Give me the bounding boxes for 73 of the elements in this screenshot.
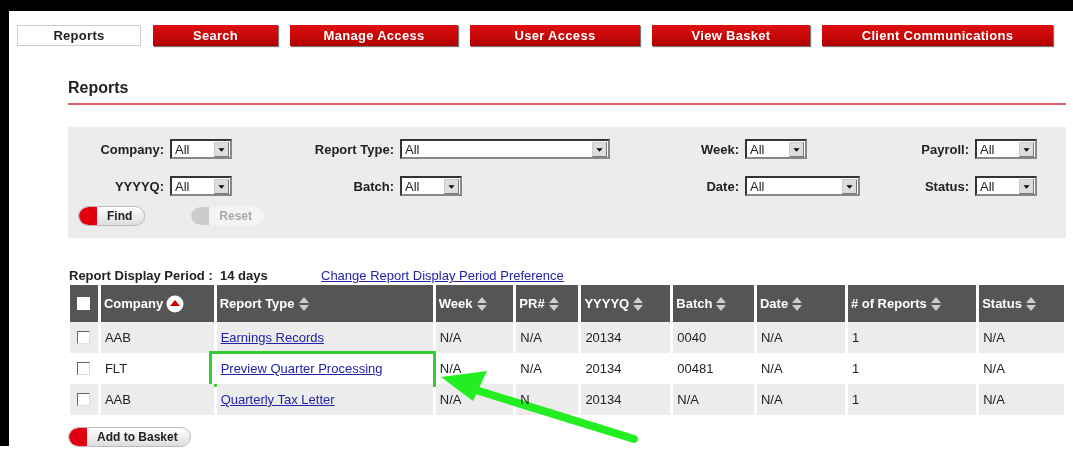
table-cell: 00481 <box>677 361 714 376</box>
filter-label: Report Type: <box>314 141 395 157</box>
table-cell: 1 <box>851 330 860 345</box>
sort-icon[interactable] <box>632 295 645 312</box>
sort-icon[interactable] <box>1024 295 1037 312</box>
table-cell: AAB <box>104 392 131 407</box>
table-cell: N/A <box>439 392 462 407</box>
column-header[interactable]: Date <box>757 285 845 322</box>
row-checkbox[interactable] <box>77 331 90 344</box>
dropdown[interactable]: All <box>170 139 232 159</box>
table-cell: N/A <box>439 330 462 345</box>
column-header[interactable]: Week <box>435 285 514 322</box>
column-header[interactable]: Company <box>100 285 214 322</box>
table-cell: 1 <box>851 392 860 407</box>
dropdown[interactable]: All <box>400 139 610 159</box>
tab[interactable]: User Access <box>470 25 640 46</box>
tab[interactable]: Search <box>153 25 278 46</box>
filter-label: Batch: <box>353 178 395 194</box>
dropdown[interactable]: All <box>975 139 1037 159</box>
filter-label: Company: <box>100 141 165 157</box>
column-header[interactable]: Batch <box>673 285 754 322</box>
table-cell: 20134 <box>585 392 622 407</box>
filter-label: Date: <box>706 178 740 194</box>
sort-icon[interactable] <box>715 295 728 312</box>
filter-button[interactable]: Find <box>78 206 146 226</box>
table-cell: 0040 <box>677 330 707 345</box>
sort-icon[interactable] <box>547 295 560 312</box>
filter-label: Payroll: <box>921 141 970 157</box>
row-checkbox[interactable] <box>77 362 90 375</box>
table-cell: FLT <box>104 361 128 376</box>
filter-label: Week: <box>700 141 740 157</box>
row-checkbox[interactable] <box>77 393 90 406</box>
column-header[interactable]: YYYYQ <box>581 285 671 322</box>
sort-ascending-icon[interactable] <box>166 294 185 313</box>
sort-icon[interactable] <box>929 295 942 312</box>
table-cell: 1 <box>851 361 860 376</box>
tab[interactable]: Client Communications <box>822 25 1053 46</box>
table-cell: N/A <box>761 361 783 376</box>
table-cell: 20134 <box>585 330 622 345</box>
table-cell: N/A <box>761 330 783 345</box>
table-cell: 20134 <box>585 361 622 376</box>
change-period-link[interactable]: Change Report Display Period Preference <box>321 268 564 283</box>
tab[interactable]: Reports <box>17 25 141 46</box>
dropdown[interactable]: All <box>745 139 807 159</box>
sort-icon[interactable] <box>475 295 488 312</box>
tab[interactable]: Manage Access <box>290 25 458 46</box>
column-header[interactable]: Report Type <box>216 285 433 322</box>
table-cell: AAB <box>104 330 131 345</box>
filter-label: YYYYQ: <box>114 178 165 194</box>
select-all-checkbox[interactable] <box>77 297 91 310</box>
table-cell: N/A <box>983 392 1005 407</box>
tab[interactable]: View Basket <box>652 25 810 46</box>
table-cell: N/A <box>677 392 699 407</box>
sort-icon[interactable] <box>297 295 310 312</box>
dropdown[interactable]: All <box>745 176 860 196</box>
table-cell: N/A <box>439 361 462 376</box>
page-heading: Reports <box>68 46 1066 105</box>
table-cell: N/A <box>520 361 542 376</box>
display-period: Report Display Period : 14 days <box>68 268 269 283</box>
dropdown[interactable]: All <box>975 176 1037 196</box>
table-cell: N/A <box>761 392 783 407</box>
column-header[interactable]: Status <box>979 285 1064 322</box>
dropdown[interactable]: All <box>170 176 232 196</box>
sort-icon[interactable] <box>791 295 804 312</box>
table-cell: N/A <box>983 361 1005 376</box>
add-to-basket-button[interactable]: Add to Basket <box>68 427 191 447</box>
column-header[interactable]: PR# <box>516 285 579 322</box>
report-link[interactable]: Preview Quarter Processing <box>220 361 383 376</box>
filter-label: Status: <box>924 178 970 194</box>
column-header[interactable]: # of Reports <box>847 285 977 322</box>
table-cell: N/A <box>520 330 542 345</box>
table-cell: N/A <box>983 330 1005 345</box>
dropdown[interactable]: All <box>400 176 462 196</box>
